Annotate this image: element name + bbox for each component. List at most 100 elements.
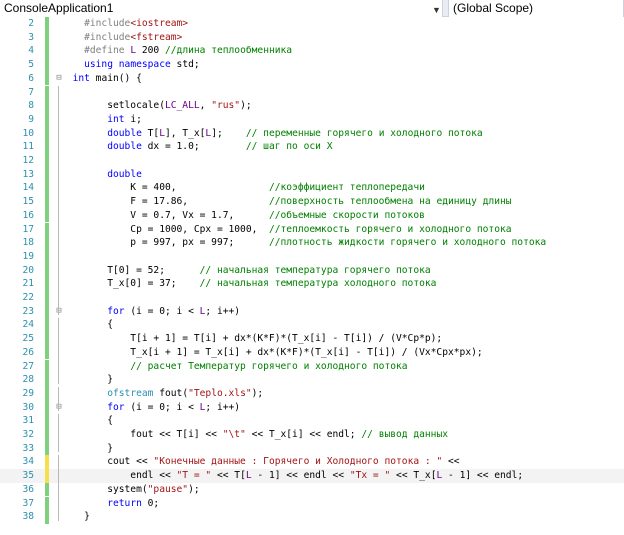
line-number: 15 (22, 196, 34, 208)
code-line[interactable]: 13 double (0, 167, 624, 182)
line-number: 6 (28, 72, 34, 84)
code-token: // начальная температура горячего потока (199, 264, 431, 276)
code-line[interactable]: 11 double dx = 1.0; // шаг по оси X (0, 140, 624, 154)
code-line[interactable]: 9 int i; (0, 112, 624, 127)
code-line[interactable]: 32 fout << T[i] << "\t" << T_x[i] << end… (0, 428, 624, 442)
line-number: 5 (28, 59, 34, 71)
line-number: 27 (22, 360, 34, 372)
code-line[interactable]: 18 p = 997, px = 997; //плотность жидкос… (0, 236, 624, 250)
code-token: - 1] << endl; (442, 470, 524, 482)
code-token: main() { (89, 72, 142, 84)
saved-change-marker (45, 345, 49, 360)
code-line[interactable]: 21 T_x[0] = 37; // начальная температура… (0, 277, 624, 291)
code-editor[interactable]: 2 #include<iostream> 3 #include<fstream> 4… (0, 17, 624, 535)
line-number: 7 (28, 86, 34, 98)
line-number: 37 (22, 497, 34, 509)
saved-change-marker (45, 496, 49, 511)
code-text: #define L 200 //длина теплообменника (61, 44, 292, 58)
line-number: 10 (22, 127, 34, 139)
saved-change-marker (45, 249, 49, 264)
saved-change-marker (45, 71, 49, 86)
code-line[interactable]: 27 // расчет Температур горячего и холод… (0, 359, 624, 374)
code-token: for (107, 401, 125, 413)
saved-change-marker (45, 140, 49, 154)
code-line[interactable]: 28 } (0, 373, 624, 387)
code-line[interactable]: 7 (0, 85, 624, 100)
code-line[interactable]: 36 system("pause"); (0, 482, 624, 497)
saved-change-marker (45, 510, 49, 524)
code-token: // начальная температура холодного поток… (199, 278, 437, 290)
code-line[interactable]: 33 } (0, 441, 624, 456)
code-line[interactable]: 30 ⊟ for (i = 0; i < L; i++) (0, 400, 624, 415)
code-line[interactable]: 23 ⊟ for (i = 0; i < L; i++) (0, 304, 624, 319)
code-text: T[i + 1] = T[i] + dx*(K*F)*(T_x[i] - T[i… (61, 332, 442, 346)
code-token: K = 400, (61, 182, 269, 194)
code-token: //плотность жидкости горячего и холодног… (268, 237, 547, 249)
line-number: 28 (22, 374, 34, 386)
outline-guide (58, 414, 59, 453)
code-line[interactable]: 38 } (0, 510, 624, 524)
code-text: T_x[0] = 37; // начальная температура хо… (61, 277, 436, 291)
code-line[interactable]: 29 ofstream fout("Teplo.xls"); (0, 386, 624, 401)
saved-change-marker (45, 400, 49, 415)
code-token: T_x[i + 1] = T_x[i] + dx*(K*F)*(T_x[i] -… (61, 346, 483, 358)
code-token: double (107, 127, 142, 139)
code-text: double T[L], T_x[L]; // переменные горяч… (61, 127, 482, 141)
code-line[interactable]: 35 endl << "T = " << T[L - 1] << endl <<… (0, 469, 624, 483)
code-line[interactable]: 10 double T[L], T_x[L]; // переменные го… (0, 126, 624, 141)
code-line[interactable]: 24 { (0, 318, 624, 333)
code-token: (i = 0; i < (124, 305, 200, 317)
project-dropdown[interactable]: ConsoleApplication1 ▼ (0, 0, 443, 17)
code-line[interactable]: 22 (0, 291, 624, 305)
code-line[interactable]: 16 V = 0.7, Vx = 1.7, //объемные скорост… (0, 208, 624, 223)
code-text: #include<fstream> (61, 31, 182, 45)
code-token: "rus" (211, 100, 241, 112)
code-text: setlocale(LC_ALL, "rus"); (61, 99, 251, 113)
code-token: endl << (61, 470, 177, 482)
scope-dropdown[interactable]: (Global Scope) (448, 0, 624, 17)
code-line[interactable]: 6 ⊟ int main() { (0, 71, 624, 86)
code-line[interactable]: 17 Cp = 1000, Cpx = 1000, //теплоемкость… (0, 222, 624, 237)
code-token: #include (84, 18, 131, 29)
code-token: //теплоемкость горячего и холодного пото… (268, 223, 512, 235)
navigation-bar: ConsoleApplication1 ▼ (Global Scope) (0, 0, 624, 17)
code-text: #include<iostream> (61, 17, 188, 31)
code-text: } (61, 442, 113, 456)
code-token: dx = 1.0; (141, 141, 246, 153)
code-text: { (61, 318, 113, 332)
code-token: #define (84, 45, 125, 57)
code-line[interactable]: 12 (0, 154, 624, 168)
code-token: p = 997, px = 997; (61, 237, 269, 249)
code-line[interactable]: 5 using namespace std; (0, 58, 624, 72)
code-token: } (61, 442, 113, 454)
saved-change-marker (45, 112, 49, 127)
code-line[interactable]: 25 T[i + 1] = T[i] + dx*(K*F)*(T_x[i] - … (0, 332, 624, 346)
saved-change-marker (45, 277, 49, 291)
code-line[interactable]: 8 setlocale(LC_ALL, "rus"); (0, 99, 624, 113)
code-token: system( (61, 483, 148, 495)
code-line[interactable]: 3 #include<fstream> (0, 30, 624, 45)
code-token: //поверхность теплообмена на единицу дли… (268, 196, 512, 208)
code-line[interactable]: 20 T[0] = 52; // начальная температура г… (0, 263, 624, 278)
saved-change-marker (45, 99, 49, 113)
code-line[interactable]: 37 return 0; (0, 496, 624, 511)
code-line[interactable]: 34 cout << "Конечные данные : Горячего и… (0, 455, 624, 470)
code-line[interactable]: 4 #define L 200 //длина теплообменника (0, 44, 624, 59)
saved-change-marker (45, 208, 49, 223)
code-line[interactable]: 14 K = 400, //коэффициент теплопередачи (0, 181, 624, 196)
code-line[interactable]: 31 { (0, 414, 624, 428)
code-line[interactable]: 2 #include<iostream> (0, 17, 624, 31)
code-token: , (199, 100, 212, 112)
code-token: ], T_x[ (164, 127, 206, 139)
code-line[interactable]: 15 F = 17.86, //поверхность теплообмена … (0, 195, 624, 209)
saved-change-marker (45, 386, 49, 401)
code-token: cout << (61, 456, 154, 468)
code-token: { (61, 415, 113, 427)
code-text: double dx = 1.0; // шаг по оси X (61, 140, 332, 154)
code-line[interactable]: 26 T_x[i + 1] = T_x[i] + dx*(K*F)*(T_x[i… (0, 345, 624, 360)
code-line[interactable]: 19 (0, 249, 624, 264)
